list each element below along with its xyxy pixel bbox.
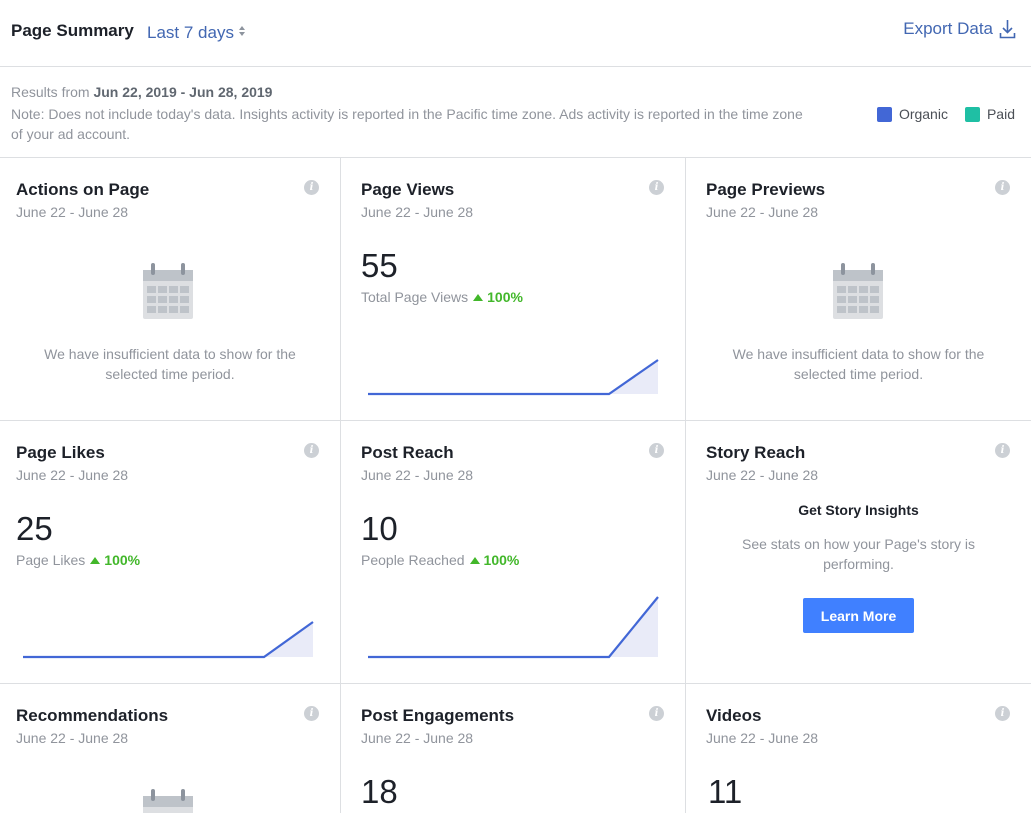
legend-paid: Paid <box>964 106 1015 122</box>
card-date: June 22 - June 28 <box>16 204 129 220</box>
page-header: Page Summary Last 7 days Export Data <box>0 0 1031 67</box>
card-story-reach[interactable]: Story Reach June 22 - June 28 i Get Stor… <box>686 421 1031 684</box>
story-insights-heading: Get Story Insights <box>798 502 919 518</box>
post-reach-value: 10 <box>361 510 398 547</box>
videos-value: 11 <box>708 773 743 810</box>
download-icon <box>999 20 1016 39</box>
info-icon[interactable]: i <box>304 180 319 195</box>
post-engagements-value: 18 <box>361 773 398 810</box>
info-icon[interactable]: i <box>995 443 1010 458</box>
delta-badge: 100% <box>473 289 523 305</box>
info-icon[interactable]: i <box>304 706 319 721</box>
insufficient-data-message: We have insufficient data to show for th… <box>732 346 985 382</box>
page-title: Page Summary <box>11 21 134 40</box>
card-date: June 22 - June 28 <box>16 730 129 746</box>
card-post-engagements[interactable]: Post Engagements June 22 - June 28 i 18 <box>341 684 686 813</box>
card-page-views[interactable]: Page Views June 22 - June 28 i 55 Total … <box>341 158 686 421</box>
export-data-button[interactable]: Export Data <box>903 19 1016 39</box>
date-range-selector[interactable]: Last 7 days <box>147 21 245 43</box>
card-actions-on-page[interactable]: Actions on Page June 22 - June 28 i We h… <box>0 158 341 421</box>
card-title: Post Reach <box>361 443 454 462</box>
card-title: Videos <box>706 706 762 725</box>
card-date: June 22 - June 28 <box>361 467 474 483</box>
insufficient-data-message: We have insufficient data to show for th… <box>44 346 296 382</box>
card-page-likes[interactable]: Page Likes June 22 - June 28 i 25 Page L… <box>0 421 341 684</box>
page-views-value: 55 <box>361 247 398 284</box>
info-icon[interactable]: i <box>649 443 664 458</box>
card-page-previews[interactable]: Page Previews June 22 - June 28 i We hav… <box>686 158 1031 421</box>
card-title: Post Engagements <box>361 706 515 725</box>
info-icon[interactable]: i <box>304 443 319 458</box>
legend-organic: Organic <box>876 106 948 122</box>
card-title: Page Previews <box>706 180 826 199</box>
post-reach-subtitle: People Reached 100% <box>361 552 520 568</box>
date-range-label: Last 7 days <box>147 23 234 42</box>
card-videos[interactable]: Videos June 22 - June 28 i 11 <box>686 684 1031 813</box>
card-post-reach[interactable]: Post Reach June 22 - June 28 i 10 People… <box>341 421 686 684</box>
card-date: June 22 - June 28 <box>706 204 819 220</box>
card-date: June 22 - June 28 <box>706 730 819 746</box>
organic-swatch <box>876 106 892 122</box>
info-icon[interactable]: i <box>649 706 664 721</box>
page-likes-value: 25 <box>16 510 53 547</box>
card-title: Story Reach <box>706 443 806 462</box>
learn-more-button[interactable]: Learn More <box>803 598 914 633</box>
page-likes-subtitle: Page Likes 100% <box>16 552 141 568</box>
calendar-icon <box>143 263 193 319</box>
info-icon[interactable]: i <box>995 180 1010 195</box>
page-views-subtitle: Total Page Views 100% <box>361 289 523 305</box>
legend: Organic Paid <box>860 106 1015 122</box>
card-date: June 22 - June 28 <box>706 467 819 483</box>
results-range-text: Results from Jun 22, 2019 - Jun 28, 2019 <box>11 84 273 100</box>
delta-badge: 100% <box>469 552 519 568</box>
card-date: June 22 - June 28 <box>361 730 474 746</box>
card-title: Recommendations <box>16 706 169 725</box>
calendar-icon <box>143 789 193 813</box>
page-likes-sparkline <box>23 621 314 659</box>
info-icon[interactable]: i <box>995 706 1010 721</box>
delta-badge: 100% <box>90 552 140 568</box>
paid-swatch <box>964 106 980 122</box>
card-title: Actions on Page <box>16 180 150 199</box>
card-title: Page Likes <box>16 443 105 462</box>
story-insights-description: See stats on how your Page's story is pe… <box>741 536 975 572</box>
up-triangle-icon <box>473 293 484 301</box>
info-icon[interactable]: i <box>649 180 664 195</box>
sort-caret-icon <box>238 21 245 41</box>
up-triangle-icon <box>469 556 480 564</box>
results-note-bar: Results from Jun 22, 2019 - Jun 28, 2019… <box>0 67 1031 158</box>
card-title: Page Views <box>361 180 455 199</box>
card-date: June 22 - June 28 <box>361 204 474 220</box>
card-date: June 22 - June 28 <box>16 467 129 483</box>
up-triangle-icon <box>90 556 101 564</box>
results-range: Jun 22, 2019 - Jun 28, 2019 <box>93 84 273 100</box>
card-recommendations[interactable]: Recommendations June 22 - June 28 i <box>0 684 341 813</box>
export-data-label: Export Data <box>903 19 993 38</box>
post-reach-sparkline <box>368 596 659 659</box>
timezone-note: Note: Does not include today's data. Ins… <box>11 106 803 142</box>
calendar-icon <box>833 263 883 319</box>
page-views-sparkline <box>368 359 659 396</box>
